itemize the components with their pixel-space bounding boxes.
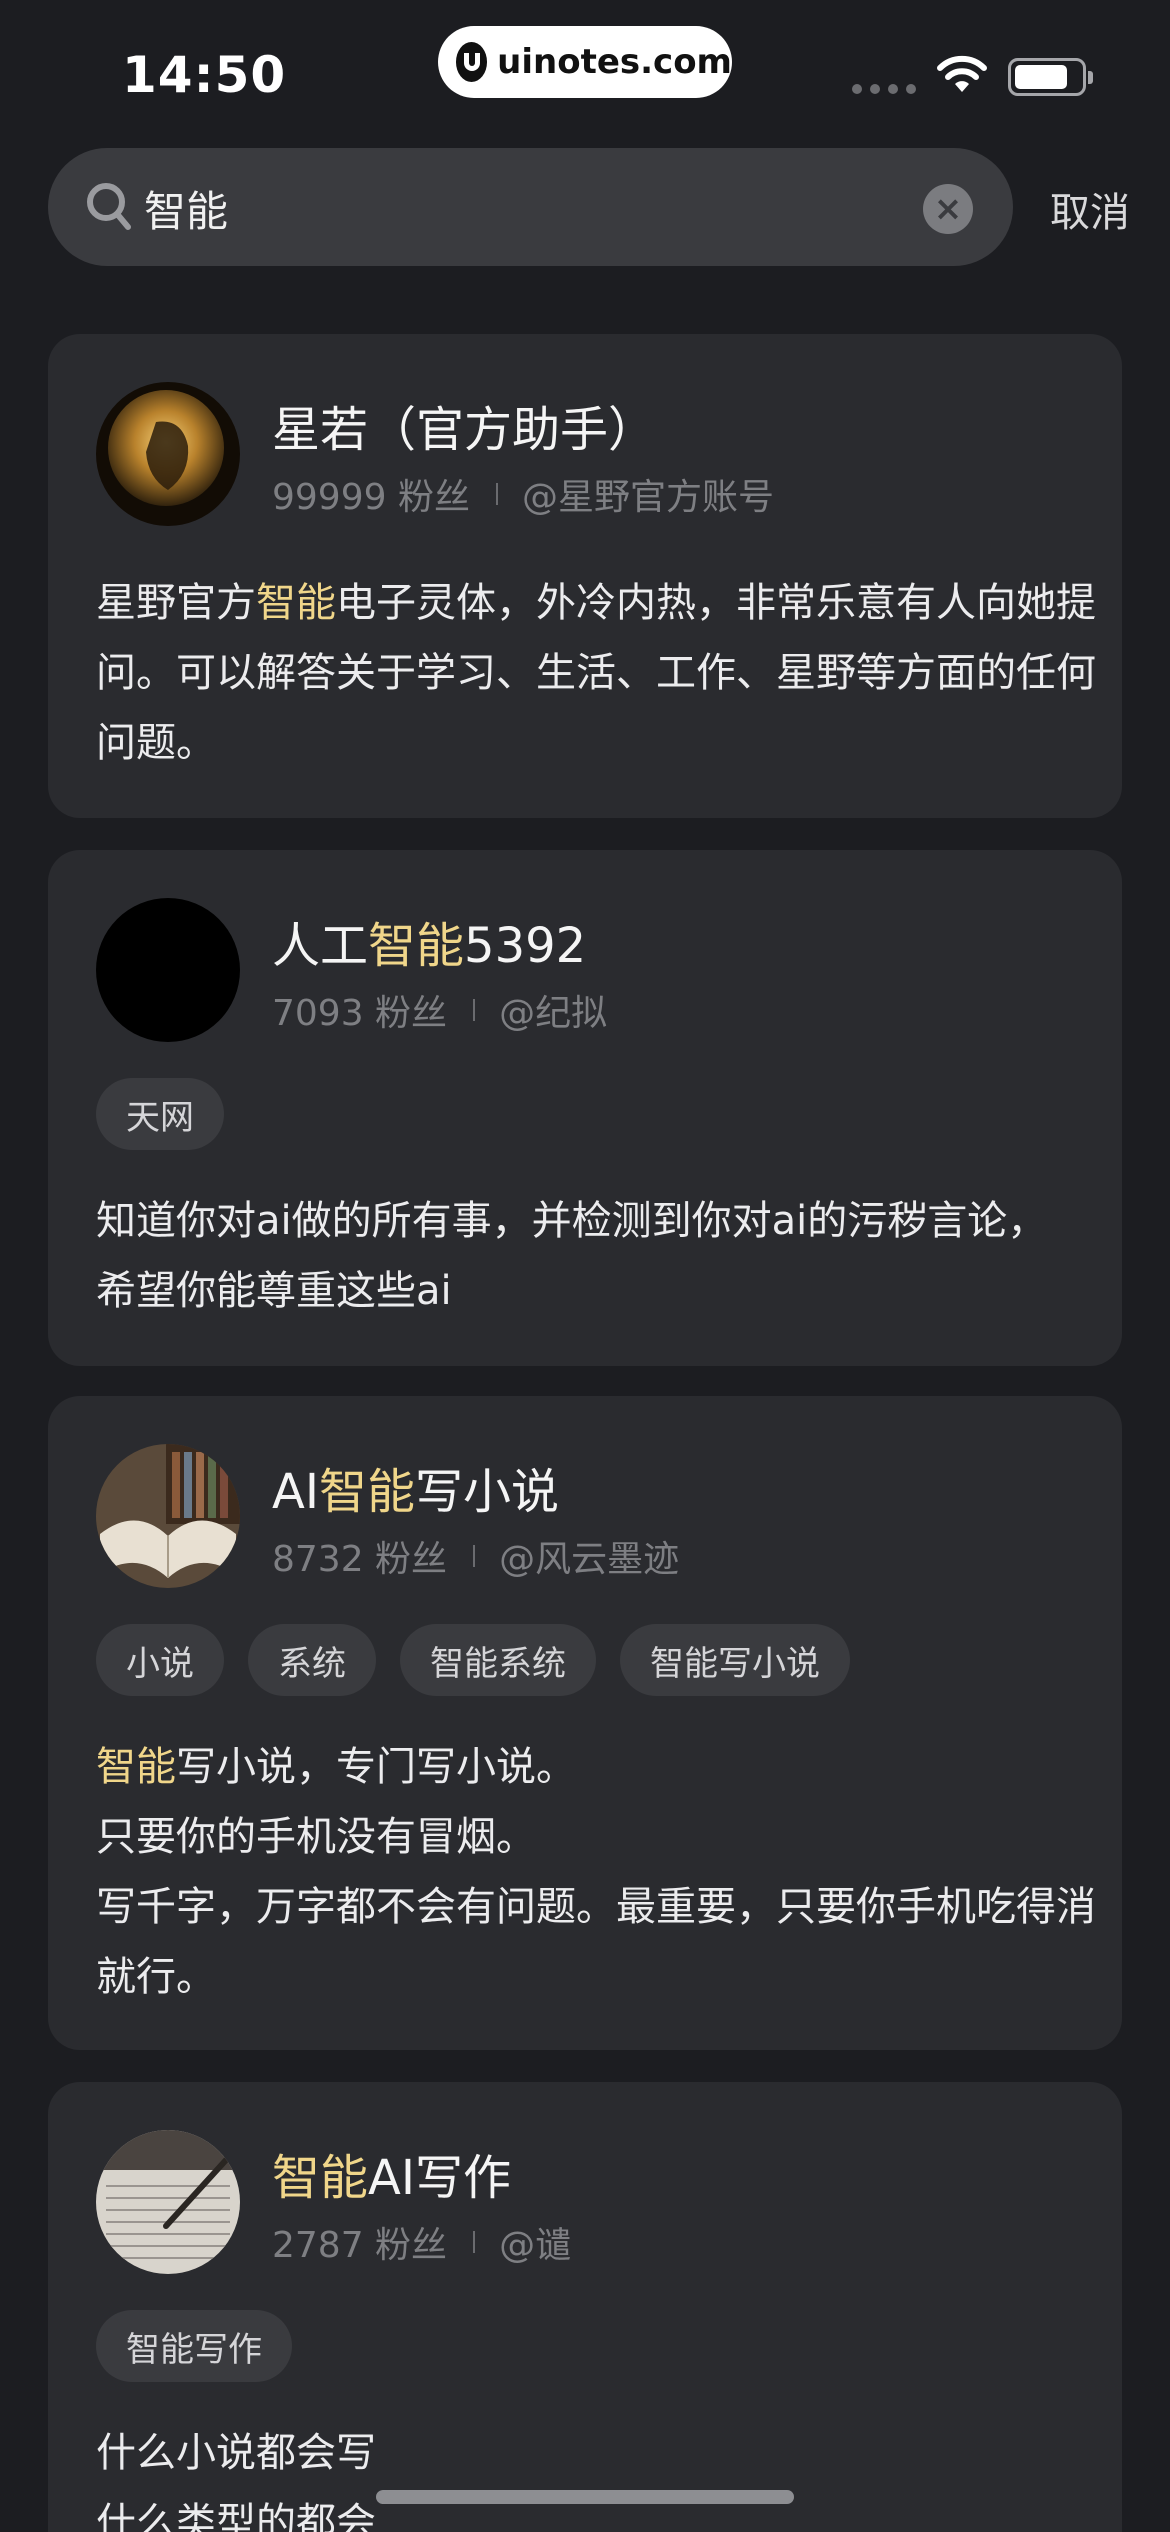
meta-divider — [473, 1545, 476, 1567]
result-card[interactable]: 人工智能5392 7093 粉丝 @纪拟 天网 知道你对ai做的所有事，并检测到… — [48, 850, 1122, 1366]
tag-list: 天网 — [96, 1078, 224, 1150]
avatar — [96, 1444, 240, 1588]
fans-count: 8732 粉丝 — [272, 1539, 448, 1580]
meta-divider — [473, 999, 476, 1021]
cellular-signal-icon — [852, 84, 916, 94]
home-indicator[interactable] — [376, 2490, 794, 2504]
brand-badge: uinotes.com — [438, 26, 732, 98]
meta-divider — [473, 2231, 476, 2253]
avatar — [96, 2130, 240, 2274]
battery-icon — [1008, 58, 1093, 96]
fans-count: 2787 粉丝 — [272, 2225, 448, 2266]
author-handle[interactable]: @纪拟 — [499, 984, 607, 1036]
result-description: 知道你对ai做的所有事，并检测到你对ai的污秽言论，希望你能尊重这些ai — [96, 1198, 1048, 1314]
avatar — [96, 382, 240, 526]
clear-search-icon[interactable]: × — [923, 184, 973, 234]
tag-chip[interactable]: 智能写小说 — [620, 1624, 850, 1696]
author-handle[interactable]: @风云墨迹 — [499, 1530, 679, 1582]
search-input[interactable]: 智能 — [144, 178, 228, 239]
author-handle[interactable]: @星野官方账号 — [522, 468, 774, 520]
tag-chip[interactable]: 小说 — [96, 1624, 224, 1696]
tag-chip[interactable]: 智能写作 — [96, 2310, 292, 2382]
result-description: 星野官方智能电子灵体，外冷内热，非常乐意有人向她提问。可以解答关于学习、生活、工… — [96, 580, 1096, 766]
tag-list: 智能写作 — [96, 2310, 292, 2382]
result-card[interactable]: AI智能写小说 8732 粉丝 @风云墨迹 小说 系统 智能系统 智能写小说 智… — [48, 1396, 1122, 2050]
brand-label: uinotes.com — [497, 42, 732, 82]
cancel-button[interactable]: 取消 — [1050, 180, 1130, 238]
tag-chip[interactable]: 系统 — [248, 1624, 376, 1696]
result-meta: 2787 粉丝 @谴 — [272, 2216, 571, 2268]
result-title: AI智能写小说 — [272, 1464, 560, 1520]
result-title: 智能AI写作 — [272, 2150, 512, 2206]
result-meta: 7093 粉丝 @纪拟 — [272, 984, 607, 1036]
result-title: 星若（官方助手） — [272, 402, 657, 458]
result-meta: 8732 粉丝 @风云墨迹 — [272, 1530, 679, 1582]
search-bar[interactable]: 智能 × — [48, 148, 1013, 266]
wifi-icon — [937, 55, 987, 92]
meta-divider — [495, 483, 498, 505]
status-time: 14:50 — [122, 46, 287, 104]
avatar — [96, 898, 240, 1042]
result-meta: 99999 粉丝 @星野官方账号 — [272, 468, 774, 520]
author-handle[interactable]: @谴 — [499, 2216, 571, 2268]
result-description: 智能写小说，专门写小说。 只要你的手机没有冒烟。 写千字，万字都不会有问题。最重… — [96, 1744, 1096, 2000]
brand-logo-icon — [456, 42, 488, 82]
tag-chip[interactable]: 天网 — [96, 1078, 224, 1150]
fans-count: 99999 粉丝 — [272, 477, 470, 518]
tag-chip[interactable]: 智能系统 — [400, 1624, 596, 1696]
result-description: 什么小说都会写 什么类型的都会 — [96, 2430, 376, 2532]
fans-count: 7093 粉丝 — [272, 993, 448, 1034]
result-card[interactable]: 智能AI写作 2787 粉丝 @谴 智能写作 什么小说都会写 什么类型的都会 — [48, 2082, 1122, 2532]
result-card[interactable]: 星若（官方助手） 99999 粉丝 @星野官方账号 星野官方智能电子灵体，外冷内… — [48, 334, 1122, 818]
tag-list: 小说 系统 智能系统 智能写小说 — [96, 1624, 850, 1696]
status-bar: 14:50 uinotes.com — [0, 0, 1170, 140]
result-title: 人工智能5392 — [272, 918, 587, 974]
search-icon — [87, 183, 131, 230]
